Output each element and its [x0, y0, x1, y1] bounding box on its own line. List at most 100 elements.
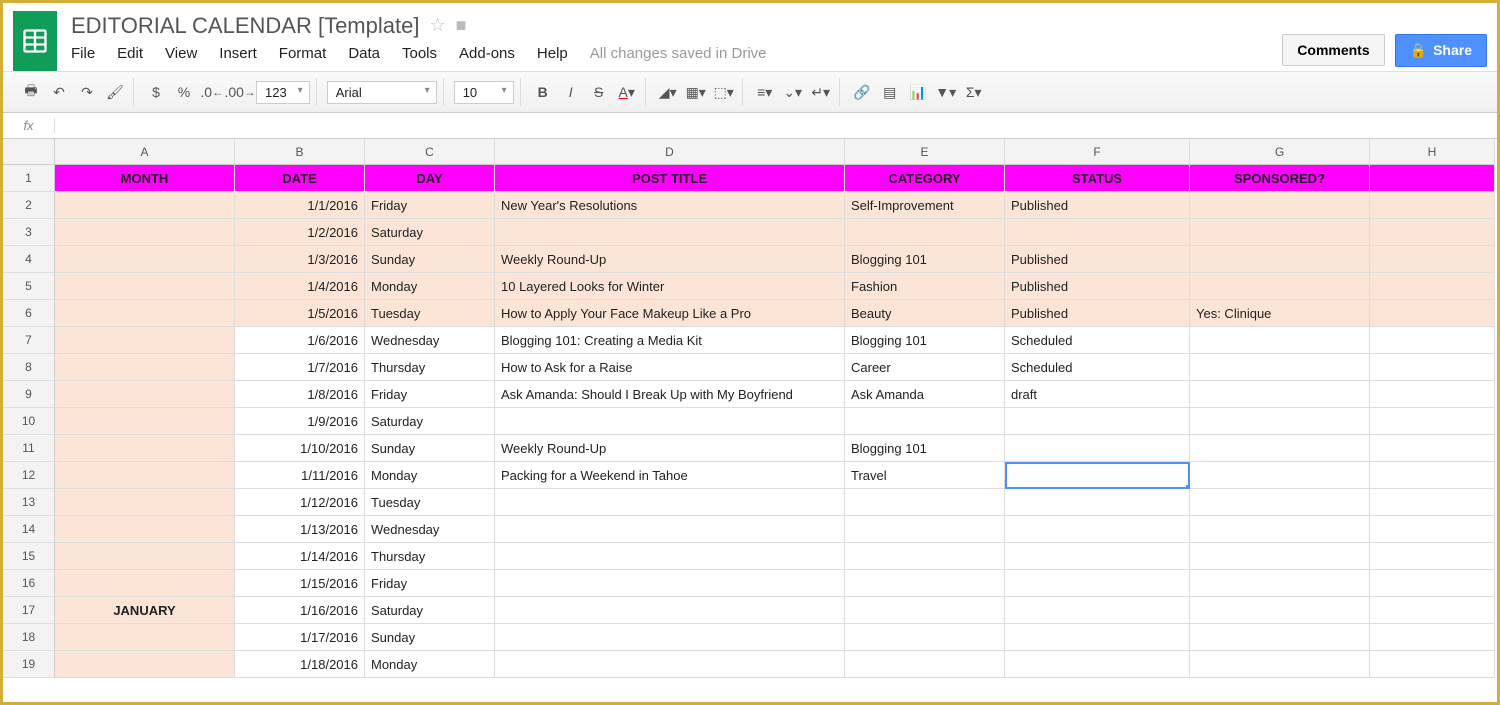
cell[interactable] [495, 408, 845, 435]
cell[interactable]: Tuesday [365, 489, 495, 516]
cell[interactable] [1370, 246, 1495, 273]
cell[interactable] [495, 516, 845, 543]
cell[interactable]: 1/17/2016 [235, 624, 365, 651]
insert-comment-icon[interactable]: ▤ [878, 80, 902, 104]
cell[interactable] [1370, 300, 1495, 327]
increase-decimal-button[interactable]: .00→ [228, 80, 252, 104]
text-color-icon[interactable]: A▾ [615, 80, 639, 104]
header-cell[interactable]: POST TITLE [495, 165, 845, 192]
share-button[interactable]: 🔒 Share [1395, 34, 1487, 67]
formula-input[interactable] [55, 116, 1497, 135]
cell[interactable]: Thursday [365, 354, 495, 381]
cell[interactable] [55, 570, 235, 597]
row-header[interactable]: 4 [3, 246, 55, 273]
cell[interactable] [845, 219, 1005, 246]
cell[interactable] [1190, 327, 1370, 354]
cell[interactable] [495, 624, 845, 651]
row-header[interactable]: 7 [3, 327, 55, 354]
cell[interactable]: Sunday [365, 246, 495, 273]
cell[interactable] [1005, 570, 1190, 597]
folder-icon[interactable]: ■ [456, 15, 467, 36]
cell[interactable] [1190, 570, 1370, 597]
cell[interactable] [1190, 381, 1370, 408]
strikethrough-icon[interactable]: S [587, 80, 611, 104]
cell[interactable]: Saturday [365, 408, 495, 435]
cell[interactable] [55, 651, 235, 678]
cell[interactable]: 1/6/2016 [235, 327, 365, 354]
cell[interactable] [495, 219, 845, 246]
insert-link-icon[interactable]: 🔗 [850, 80, 874, 104]
cell[interactable] [1005, 219, 1190, 246]
cell[interactable] [55, 246, 235, 273]
cell[interactable]: Wednesday [365, 327, 495, 354]
header-cell[interactable]: STATUS [1005, 165, 1190, 192]
cell[interactable] [55, 273, 235, 300]
document-title[interactable]: EDITORIAL CALENDAR [Template] [71, 13, 419, 39]
cell[interactable]: Published [1005, 300, 1190, 327]
cell[interactable] [845, 543, 1005, 570]
decrease-decimal-button[interactable]: .0← [200, 80, 224, 104]
row-header[interactable]: 18 [3, 624, 55, 651]
cell[interactable] [1370, 489, 1495, 516]
column-header-G[interactable]: G [1190, 139, 1370, 165]
cell[interactable] [1190, 489, 1370, 516]
row-header[interactable]: 2 [3, 192, 55, 219]
cell[interactable]: Blogging 101 [845, 327, 1005, 354]
cell[interactable]: Saturday [365, 219, 495, 246]
cell[interactable]: Saturday [365, 597, 495, 624]
column-header-F[interactable]: F [1005, 139, 1190, 165]
bold-icon[interactable]: B [531, 80, 555, 104]
print-icon[interactable]: 🖶 [19, 80, 43, 104]
cell[interactable] [1370, 570, 1495, 597]
cell[interactable]: 1/9/2016 [235, 408, 365, 435]
cell[interactable] [1190, 273, 1370, 300]
cell[interactable] [55, 624, 235, 651]
cell[interactable]: 1/14/2016 [235, 543, 365, 570]
cell[interactable]: Yes: Clinique [1190, 300, 1370, 327]
cell[interactable]: Sunday [365, 435, 495, 462]
row-header[interactable]: 5 [3, 273, 55, 300]
cell[interactable]: Friday [365, 192, 495, 219]
cell[interactable] [1190, 219, 1370, 246]
redo-icon[interactable]: ↷ [75, 80, 99, 104]
sheets-logo[interactable] [13, 11, 57, 71]
align-horizontal-icon[interactable]: ≡▾ [753, 80, 777, 104]
cell[interactable] [55, 516, 235, 543]
currency-button[interactable]: $ [144, 80, 168, 104]
cell[interactable]: Weekly Round-Up [495, 246, 845, 273]
select-all-corner[interactable] [3, 139, 55, 165]
cell[interactable] [845, 597, 1005, 624]
column-header-H[interactable]: H [1370, 139, 1495, 165]
cell[interactable] [1370, 651, 1495, 678]
row-header[interactable]: 8 [3, 354, 55, 381]
cell[interactable]: 1/1/2016 [235, 192, 365, 219]
font-size-select[interactable]: 10 [454, 81, 514, 104]
cell[interactable]: Friday [365, 570, 495, 597]
cell[interactable]: 1/2/2016 [235, 219, 365, 246]
cell[interactable]: Career [845, 354, 1005, 381]
text-wrap-icon[interactable]: ↵▾ [809, 80, 833, 104]
cell[interactable] [1190, 192, 1370, 219]
row-header[interactable]: 3 [3, 219, 55, 246]
cell[interactable]: Friday [365, 381, 495, 408]
paint-format-icon[interactable]: 🖌 [103, 80, 127, 104]
cell[interactable] [55, 327, 235, 354]
cell[interactable] [55, 381, 235, 408]
cell[interactable]: 1/18/2016 [235, 651, 365, 678]
cell[interactable]: Beauty [845, 300, 1005, 327]
row-header[interactable]: 13 [3, 489, 55, 516]
cell[interactable] [1370, 597, 1495, 624]
header-cell[interactable]: DATE [235, 165, 365, 192]
insert-chart-icon[interactable]: 📊 [906, 80, 930, 104]
cell[interactable]: 1/15/2016 [235, 570, 365, 597]
cell[interactable]: 10 Layered Looks for Winter [495, 273, 845, 300]
row-header[interactable]: 12 [3, 462, 55, 489]
cell[interactable] [1370, 408, 1495, 435]
header-cell[interactable] [1370, 165, 1495, 192]
cell[interactable]: 1/5/2016 [235, 300, 365, 327]
number-format-select[interactable]: 123 [256, 81, 310, 104]
cell[interactable] [495, 489, 845, 516]
cell[interactable] [1005, 435, 1190, 462]
header-cell[interactable]: SPONSORED? [1190, 165, 1370, 192]
cell[interactable] [845, 516, 1005, 543]
